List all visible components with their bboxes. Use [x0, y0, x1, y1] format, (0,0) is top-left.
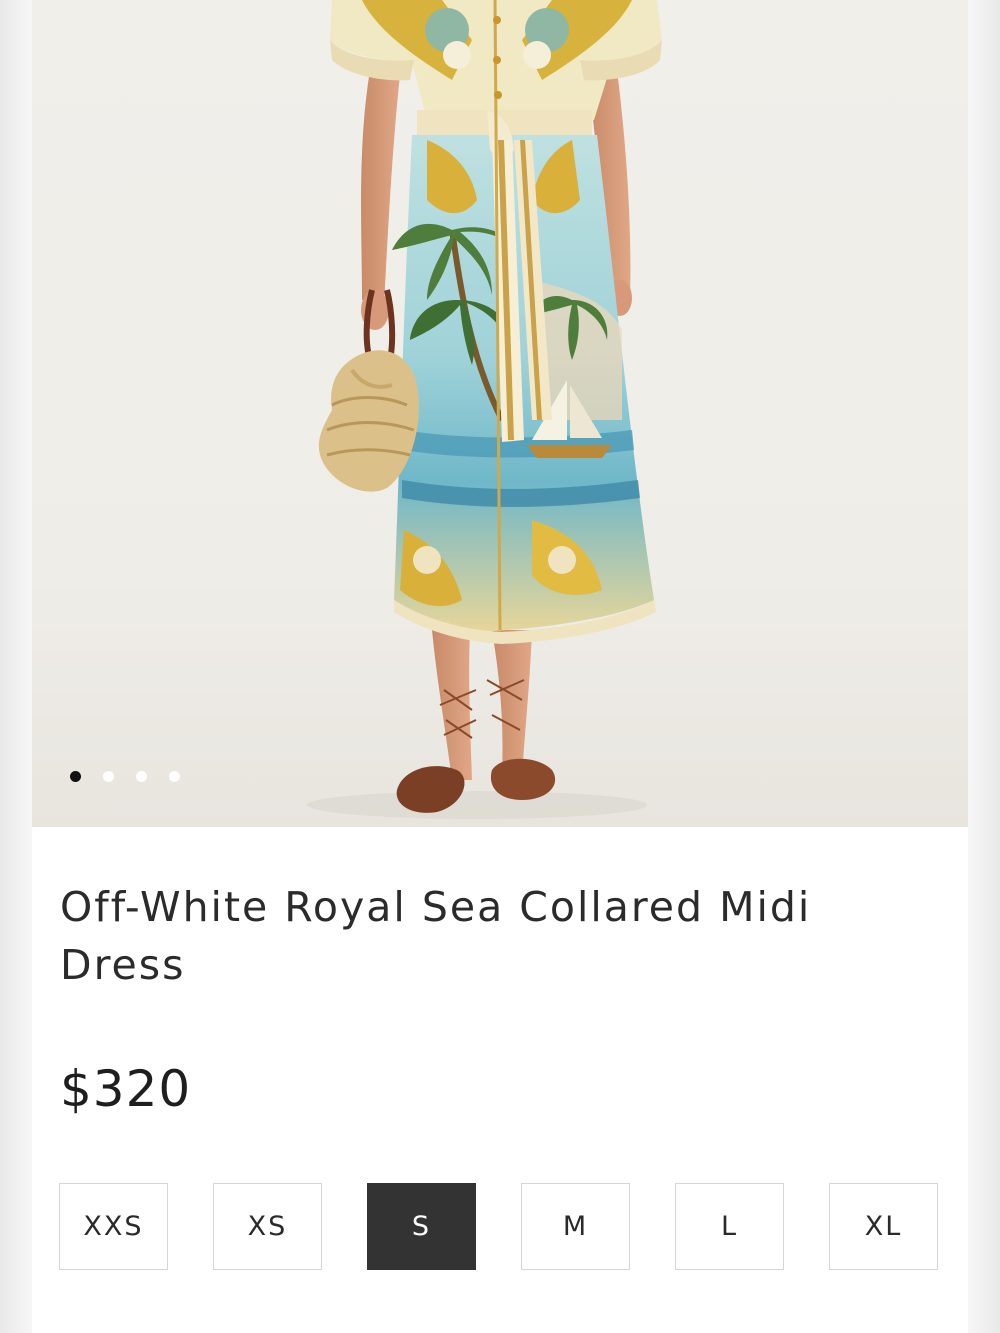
size-option-xl[interactable]: XL [829, 1183, 938, 1270]
left-margin [0, 0, 32, 1333]
carousel-dot-4[interactable] [169, 771, 180, 782]
product-image-carousel[interactable] [32, 0, 968, 827]
carousel-pagination [70, 771, 180, 782]
carousel-dot-3[interactable] [136, 771, 147, 782]
product-price: $320 [60, 1060, 192, 1118]
product-page: Off-White Royal Sea Collared Midi Dress … [32, 0, 968, 1333]
size-option-l[interactable]: L [675, 1183, 784, 1270]
size-selector: XXS XS S M L XL [59, 1183, 941, 1272]
carousel-dot-1[interactable] [70, 771, 81, 782]
size-option-m[interactable]: M [521, 1183, 630, 1270]
product-title: Off-White Royal Sea Collared Midi Dress [60, 883, 812, 989]
right-margin [968, 0, 1000, 1333]
size-option-xxs[interactable]: XXS [59, 1183, 168, 1270]
carousel-dot-2[interactable] [103, 771, 114, 782]
product-image [307, 0, 662, 819]
size-option-s[interactable]: S [367, 1183, 476, 1270]
size-option-xs[interactable]: XS [213, 1183, 322, 1270]
